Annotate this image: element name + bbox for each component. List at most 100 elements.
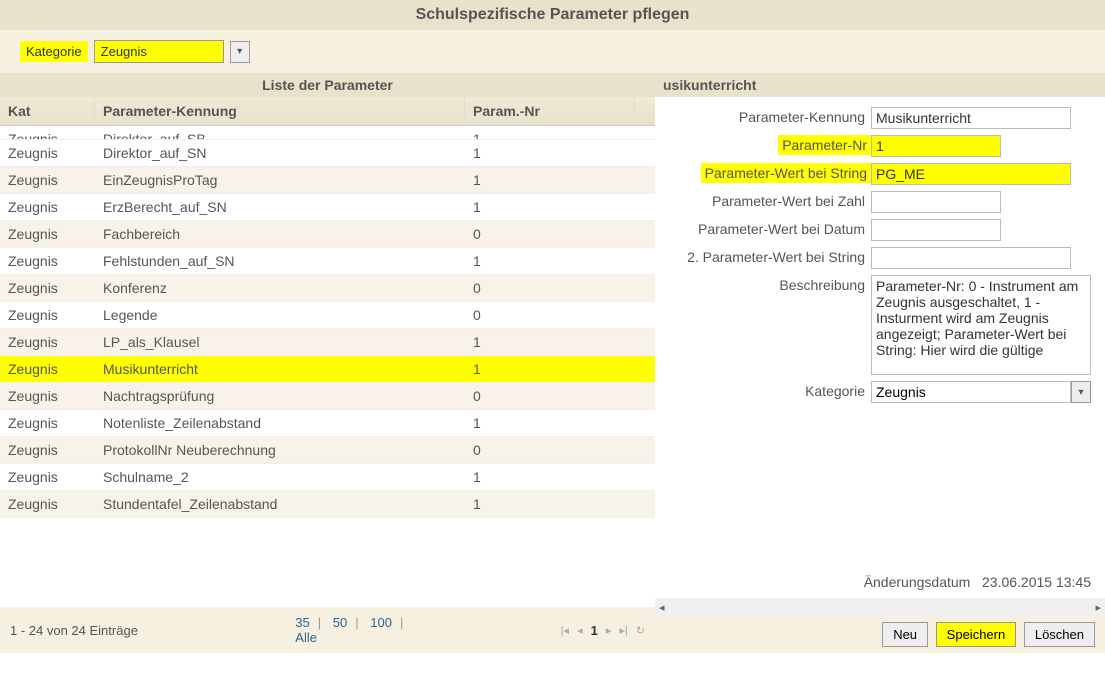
cell-nr: 0 <box>465 221 620 247</box>
cell-kennung: Direktor_auf_SB <box>95 126 465 139</box>
cell-kat: Zeugnis <box>0 194 95 220</box>
table-row[interactable]: ZeugnisDirektor_auf_SN1 <box>0 140 655 167</box>
speichern-button[interactable]: Speichern <box>936 622 1017 647</box>
col-nr[interactable]: Param.-Nr <box>465 97 635 125</box>
cell-nr: 0 <box>465 383 620 409</box>
loeschen-button[interactable]: Löschen <box>1024 622 1095 647</box>
table-row[interactable]: ZeugnisNotenliste_Zeilenabstand1 <box>0 410 655 437</box>
label-wert-zahl: Parameter-Wert bei Zahl <box>661 191 871 209</box>
table-row[interactable]: ZeugnisNachtragsprüfung0 <box>0 383 655 410</box>
cell-nr: 1 <box>465 329 620 355</box>
page-prev-icon[interactable]: ◂ <box>577 624 583 637</box>
cell-kat: Zeugnis <box>0 248 95 274</box>
table-row[interactable]: ZeugnisProtokollNr Neuberechnung0 <box>0 437 655 464</box>
cell-kennung: Notenliste_Zeilenabstand <box>95 410 465 436</box>
cell-kennung: Schulname_2 <box>95 464 465 490</box>
cell-kat: Zeugnis <box>0 383 95 409</box>
page-next-icon[interactable]: ▸ <box>606 624 612 637</box>
table-row[interactable]: ZeugnisMusikunterricht1 <box>0 356 655 383</box>
input-wert-datum[interactable] <box>871 219 1001 241</box>
kategorie-dropdown-icon[interactable]: ▾ <box>1071 381 1091 403</box>
cell-kennung: Stundentafel_Zeilenabstand <box>95 491 465 517</box>
col-kennung[interactable]: Parameter-Kennung <box>95 97 465 125</box>
table-row[interactable]: ZeugnisLegende0 <box>0 302 655 329</box>
table-body[interactable]: ZeugnisDirektor_auf_SB1ZeugnisDirektor_a… <box>0 126 655 607</box>
cell-kennung: EinZeugnisProTag <box>95 167 465 193</box>
label-kennung: Parameter-Kennung <box>661 107 871 125</box>
input-kennung[interactable] <box>871 107 1071 129</box>
label-wert-string2: 2. Parameter-Wert bei String <box>661 247 871 265</box>
page-size-35[interactable]: 35 <box>291 615 313 630</box>
detail-panel: usikunterricht Parameter-Kennung Paramet… <box>655 73 1105 653</box>
cell-kennung: Nachtragsprüfung <box>95 383 465 409</box>
cell-nr: 0 <box>465 275 620 301</box>
label-nr: Parameter-Nr <box>778 135 871 155</box>
page-size-50[interactable]: 50 <box>329 615 351 630</box>
page-sizes: 35| 50| 100| Alle <box>291 615 407 645</box>
filter-dropdown-icon[interactable]: ▾ <box>230 41 250 63</box>
table-row[interactable]: ZeugnisEinZeugnisProTag1 <box>0 167 655 194</box>
table-row[interactable]: ZeugnisDirektor_auf_SB1 <box>0 126 655 140</box>
scroll-right-icon[interactable]: ▸ <box>1095 601 1101 614</box>
cell-nr: 0 <box>465 302 620 328</box>
page-title: Schulspezifische Parameter pflegen <box>0 0 1105 30</box>
label-wert-datum: Parameter-Wert bei Datum <box>661 219 871 237</box>
cell-nr: 1 <box>465 248 620 274</box>
button-bar: Neu Speichern Löschen <box>655 616 1105 653</box>
cell-kat: Zeugnis <box>0 437 95 463</box>
input-nr[interactable] <box>871 135 1001 157</box>
filter-label: Kategorie <box>20 41 88 62</box>
col-kat[interactable]: Kat <box>0 97 95 125</box>
label-wert-string: Parameter-Wert bei String <box>701 163 871 183</box>
table-row[interactable]: ZeugnisErzBerecht_auf_SN1 <box>0 194 655 221</box>
input-wert-string2[interactable] <box>871 247 1071 269</box>
page-size-all[interactable]: Alle <box>291 630 321 645</box>
page-size-100[interactable]: 100 <box>366 615 396 630</box>
cell-kat: Zeugnis <box>0 275 95 301</box>
table-row[interactable]: ZeugnisFehlstunden_auf_SN1 <box>0 248 655 275</box>
cell-nr: 1 <box>465 140 620 166</box>
input-wert-string[interactable] <box>871 163 1071 185</box>
cell-nr: 0 <box>465 437 620 463</box>
page-current: 1 <box>591 623 598 638</box>
input-beschreibung[interactable]: Parameter-Nr: 0 - Instrument am Zeugnis … <box>871 275 1091 375</box>
table-row[interactable]: ZeugnisStundentafel_Zeilenabstand1 <box>0 491 655 518</box>
table-row[interactable]: ZeugnisLP_als_Klausel1 <box>0 329 655 356</box>
list-title: Liste der Parameter <box>0 73 655 97</box>
cell-nr: 1 <box>465 464 620 490</box>
cell-nr: 1 <box>465 126 620 139</box>
scroll-left-icon[interactable]: ◂ <box>659 601 665 614</box>
page-first-icon[interactable]: |◂ <box>561 624 569 637</box>
filter-bar: Kategorie Zeugnis ▾ <box>0 30 1105 73</box>
pager: 1 - 24 von 24 Einträge 35| 50| 100| Alle… <box>0 607 655 653</box>
cell-kennung: Musikunterricht <box>95 356 465 382</box>
neu-button[interactable]: Neu <box>882 622 928 647</box>
label-beschreibung: Beschreibung <box>661 275 871 293</box>
cell-nr: 1 <box>465 410 620 436</box>
horizontal-scrollbar[interactable]: ◂ ▸ <box>655 598 1105 616</box>
cell-kennung: Direktor_auf_SN <box>95 140 465 166</box>
input-kategorie[interactable] <box>871 381 1071 403</box>
page-nav: |◂ ◂ 1 ▸ ▸| ↻ <box>561 623 645 638</box>
cell-kat: Zeugnis <box>0 140 95 166</box>
cell-kennung: ProtokollNr Neuberechnung <box>95 437 465 463</box>
cell-kat: Zeugnis <box>0 126 95 139</box>
page-last-icon[interactable]: ▸| <box>619 624 627 637</box>
label-aenderung: Änderungsdatum <box>864 574 971 590</box>
cell-kat: Zeugnis <box>0 410 95 436</box>
input-wert-zahl[interactable] <box>871 191 1001 213</box>
cell-nr: 1 <box>465 491 620 517</box>
detail-title: usikunterricht <box>655 73 1105 97</box>
pager-info: 1 - 24 von 24 Einträge <box>10 623 138 638</box>
table-row[interactable]: ZeugnisFachbereich0 <box>0 221 655 248</box>
cell-kat: Zeugnis <box>0 329 95 355</box>
page-refresh-icon[interactable]: ↻ <box>636 624 645 637</box>
table-row[interactable]: ZeugnisSchulname_21 <box>0 464 655 491</box>
timestamp-row: Änderungsdatum 23.06.2015 13:45 <box>655 566 1105 598</box>
filter-select-value[interactable]: Zeugnis <box>94 40 224 63</box>
table-row[interactable]: ZeugnisKonferenz0 <box>0 275 655 302</box>
table-header: Kat Parameter-Kennung Param.-Nr <box>0 97 655 126</box>
cell-kennung: Legende <box>95 302 465 328</box>
cell-kennung: Fehlstunden_auf_SN <box>95 248 465 274</box>
value-aenderung: 23.06.2015 13:45 <box>982 574 1091 590</box>
